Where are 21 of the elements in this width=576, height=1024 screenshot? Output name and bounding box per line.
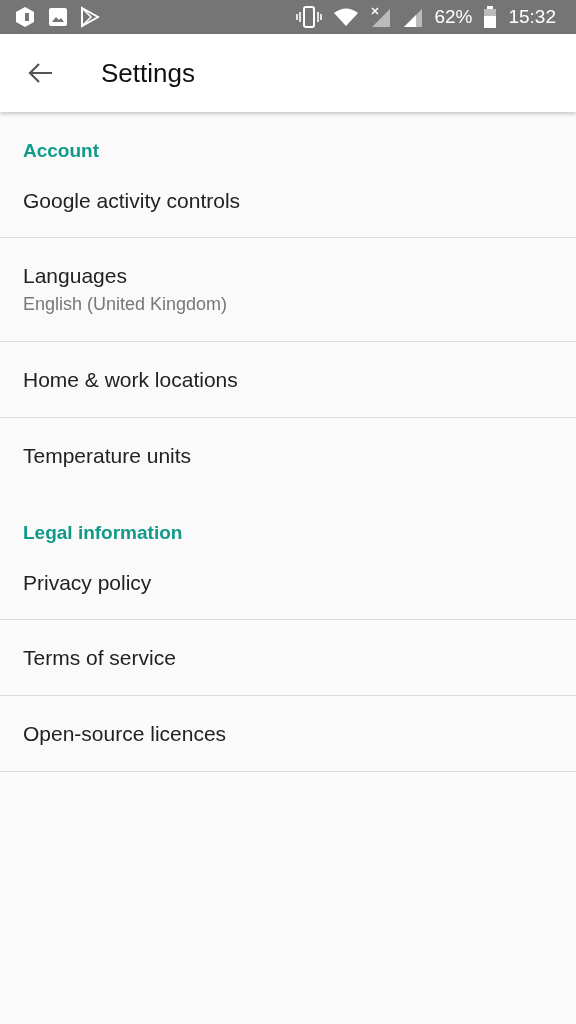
section-header: Account [22,139,100,163]
setting-item[interactable]: Temperature units [23,444,553,468]
setting-item[interactable]: Privacy policy [23,570,553,595]
clock: 15:32 [508,6,556,28]
setting-item[interactable]: Languages [23,264,553,288]
play-store-icon [80,6,100,28]
setting-value: English (United Kingdom) [23,294,229,315]
page-title: Settings [101,57,195,89]
signal-icon [402,7,423,27]
vibrate-icon [296,6,323,28]
setting-item[interactable]: Terms of service [23,645,553,670]
no-signal-icon [370,7,391,27]
battery-percentage: 62% [434,6,473,28]
setting-item[interactable]: Open-source licences [23,721,553,746]
battery-icon [484,6,497,28]
wifi-icon [334,8,359,26]
section-header: Legal information [22,521,184,545]
setting-item[interactable]: Home & work locations [23,367,553,392]
hexagon-app-icon [14,6,36,28]
image-icon [48,7,68,27]
setting-item[interactable]: Google activity controls [23,188,553,213]
